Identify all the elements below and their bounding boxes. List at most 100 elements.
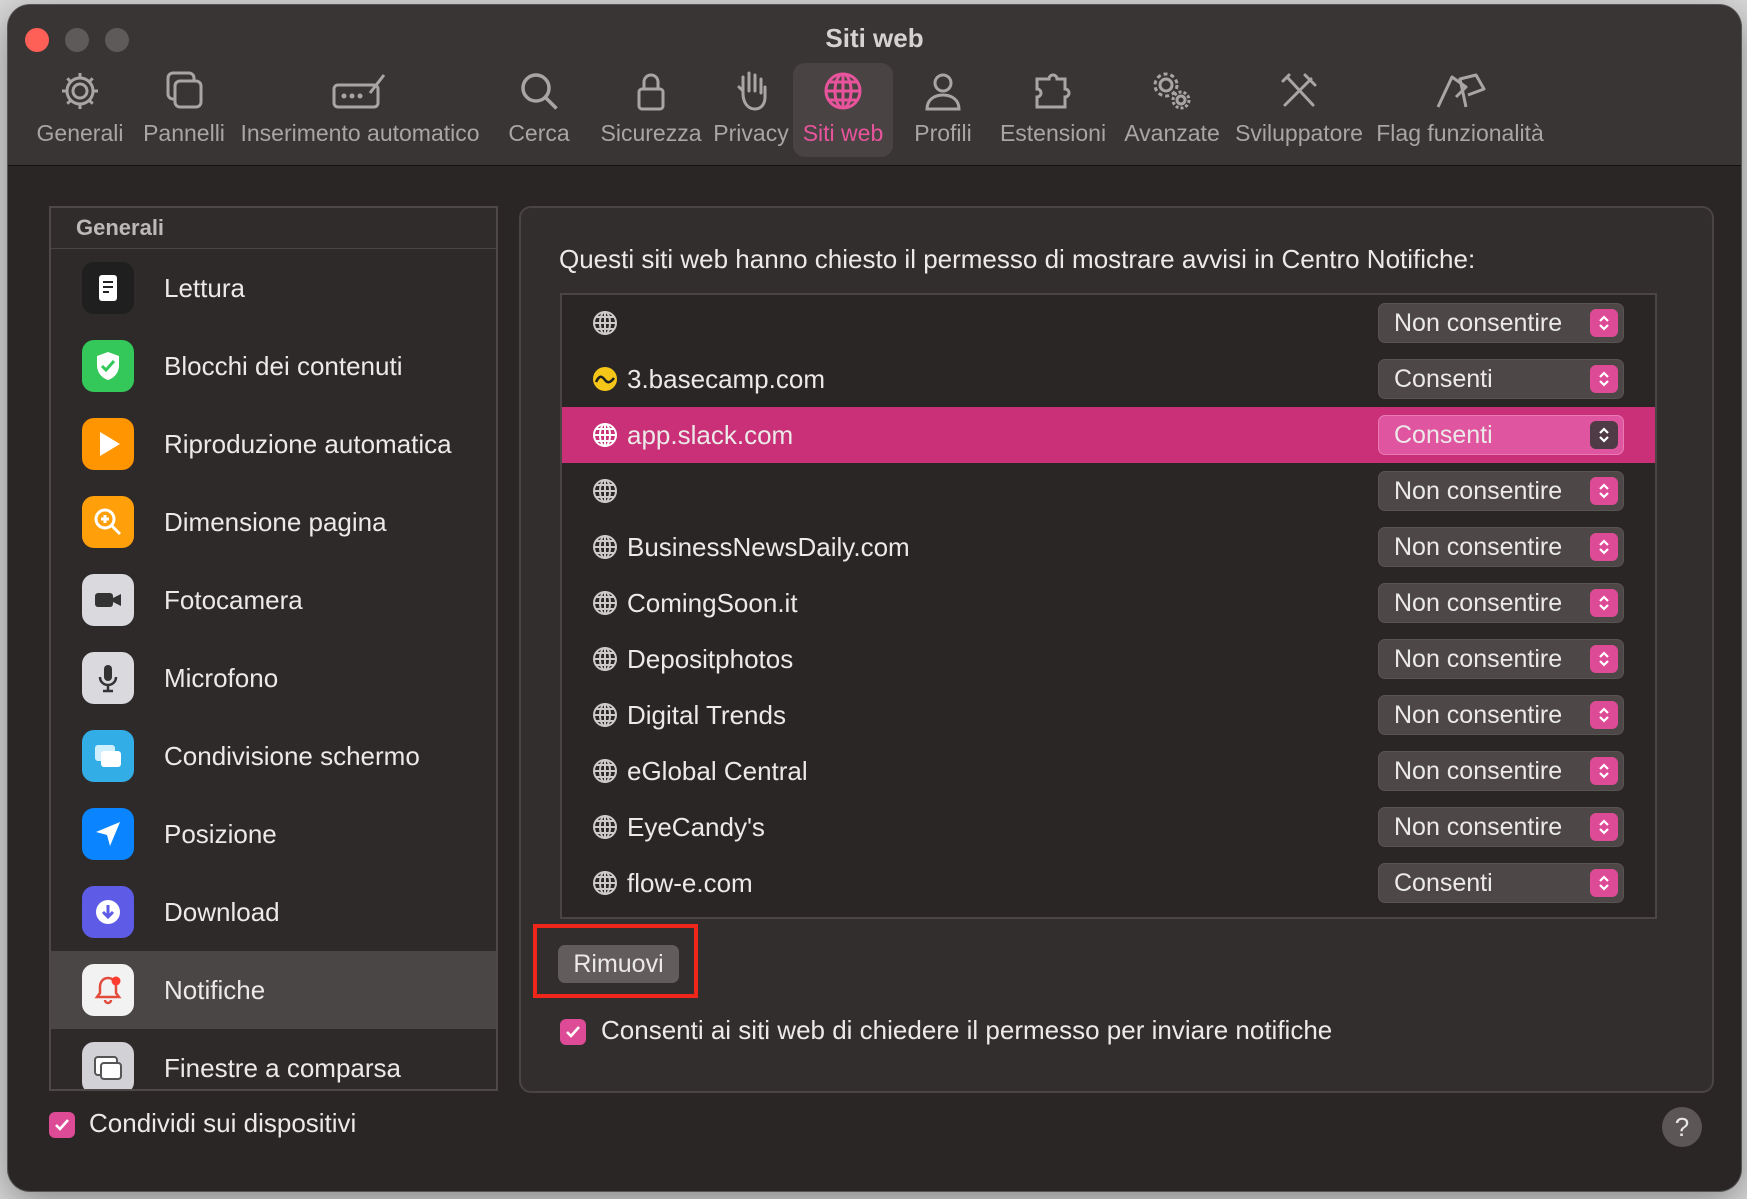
reader-icon: [82, 262, 134, 314]
microphone-icon: [82, 652, 134, 704]
tab-label: Inserimento automatico: [240, 120, 480, 146]
tab-sicurezza[interactable]: Sicurezza: [588, 63, 714, 157]
tab-inserimento-automatico[interactable]: Inserimento automatico: [240, 63, 480, 157]
permission-select[interactable]: Non consentire: [1378, 303, 1624, 343]
play-icon: [82, 418, 134, 470]
table-row[interactable]: EyeCandy's Non consentire: [562, 799, 1655, 855]
chevron-updown-icon: [1590, 365, 1618, 393]
sidebar-item-label: Dimensione pagina: [164, 506, 387, 537]
tab-sviluppatore[interactable]: Sviluppatore: [1232, 63, 1366, 157]
tab-generali[interactable]: Generali: [34, 63, 126, 157]
tab-cerca[interactable]: Cerca: [489, 63, 589, 157]
sidebar-header: Generali: [51, 208, 496, 249]
tab-flag-funzionalita[interactable]: Flag funzionalità: [1374, 63, 1546, 157]
permission-select[interactable]: Consenti: [1378, 415, 1624, 455]
table-row[interactable]: Non consentire: [562, 295, 1655, 351]
site-name: EyeCandy's: [627, 812, 765, 842]
permission-select[interactable]: Non consentire: [1378, 639, 1624, 679]
globe-icon: [593, 647, 617, 671]
sidebar-item-download[interactable]: Download: [51, 873, 496, 951]
notifications-panel: Questi siti web hanno chiesto il permess…: [519, 206, 1714, 1093]
chevron-updown-icon: [1590, 589, 1618, 617]
tab-label: Pannelli: [143, 120, 225, 146]
sidebar-item-posizione[interactable]: Posizione: [51, 795, 496, 873]
checkmark-icon: [566, 1026, 580, 1038]
gears-icon: [1153, 72, 1191, 110]
sidebar: Generali Lettura Blocchi dei contenuti R…: [49, 206, 498, 1091]
tab-profili[interactable]: Profili: [903, 63, 983, 157]
permission-value: Non consentire: [1394, 589, 1563, 617]
permission-select[interactable]: Non consentire: [1378, 583, 1624, 623]
tab-label: Siti web: [802, 120, 884, 146]
bell-icon: [82, 964, 134, 1016]
sidebar-item-microfono[interactable]: Microfono: [51, 639, 496, 717]
table-row[interactable]: BusinessNewsDaily.com Non consentire: [562, 519, 1655, 575]
sidebar-item-notifiche[interactable]: Notifiche: [51, 951, 496, 1029]
tab-privacy[interactable]: Privacy: [698, 63, 804, 157]
sidebar-item-label: Microfono: [164, 662, 279, 693]
help-button[interactable]: ?: [1662, 1107, 1702, 1147]
websites-list[interactable]: Non consentire 3.basecamp.com Consenti a…: [560, 293, 1657, 919]
sidebar-item-fotocamera[interactable]: Fotocamera: [51, 561, 496, 639]
permission-select[interactable]: Consenti: [1378, 359, 1624, 399]
chevron-updown-icon: [1590, 757, 1618, 785]
table-row[interactable]: app.slack.com Consenti: [562, 407, 1655, 463]
remove-button[interactable]: Rimuovi: [558, 945, 679, 983]
permission-select[interactable]: Non consentire: [1378, 751, 1624, 791]
sidebar-item-condivisione[interactable]: Condivisione schermo: [51, 717, 496, 795]
puzzle-icon: [1035, 73, 1071, 109]
hand-icon: [737, 71, 767, 111]
globe-icon: [593, 311, 617, 335]
chevron-updown-icon: [1590, 533, 1618, 561]
autofill-icon: [332, 74, 386, 109]
sidebar-item-label: Download: [164, 896, 280, 927]
chevron-updown-icon: [1590, 869, 1618, 897]
gear-icon: [62, 73, 98, 109]
chevron-updown-icon: [1590, 701, 1618, 729]
table-row[interactable]: flow-e.com Consenti: [562, 855, 1655, 911]
site-name: Digital Trends: [627, 700, 786, 730]
permission-select[interactable]: Non consentire: [1378, 807, 1624, 847]
chevron-updown-icon: [1590, 309, 1618, 337]
site-name: flow-e.com: [627, 868, 753, 898]
screen-share-icon: [82, 730, 134, 782]
globe-icon: [593, 703, 617, 727]
tab-estensioni[interactable]: Estensioni: [998, 63, 1108, 157]
sidebar-item-label: Notifiche: [164, 974, 266, 1005]
table-row[interactable]: 3.basecamp.com Consenti: [562, 351, 1655, 407]
tab-avanzate[interactable]: Avanzate: [1119, 63, 1225, 157]
sidebar-item-dimensione[interactable]: Dimensione pagina: [51, 483, 496, 561]
chevron-updown-icon: [1590, 477, 1618, 505]
sidebar-item-blocchi[interactable]: Blocchi dei contenuti: [51, 327, 496, 405]
globe-icon: [593, 815, 617, 839]
permission-select[interactable]: Non consentire: [1378, 527, 1624, 567]
table-row[interactable]: Digital Trends Non consentire: [562, 687, 1655, 743]
table-row[interactable]: eGlobal Central Non consentire: [562, 743, 1655, 799]
tab-label: Cerca: [508, 120, 570, 146]
table-row[interactable]: Depositphotos Non consentire: [562, 631, 1655, 687]
person-icon: [925, 73, 961, 111]
share-devices-label: Condividi sui dispositivi: [89, 1108, 357, 1138]
sidebar-item-riproduzione[interactable]: Riproduzione automatica: [51, 405, 496, 483]
window-title: Siti web: [825, 23, 924, 53]
table-row[interactable]: ComingSoon.it Non consentire: [562, 575, 1655, 631]
tab-pannelli[interactable]: Pannelli: [136, 63, 232, 157]
allow-ask-checkbox[interactable]: [560, 1019, 586, 1045]
basecamp-icon: [593, 367, 617, 391]
sidebar-item-finestre[interactable]: Finestre a comparsa: [51, 1029, 496, 1089]
permission-value: Non consentire: [1394, 757, 1563, 785]
checkmark-icon: [55, 1119, 69, 1131]
sidebar-item-label: Finestre a comparsa: [164, 1052, 401, 1083]
chevron-updown-icon: [1590, 813, 1618, 841]
permission-value: Non consentire: [1394, 701, 1563, 729]
tab-siti-web[interactable]: Siti web: [793, 63, 893, 157]
permission-select[interactable]: Non consentire: [1378, 695, 1624, 735]
share-devices-checkbox[interactable]: [49, 1112, 75, 1138]
permission-select[interactable]: Consenti: [1378, 863, 1624, 903]
tools-icon: [1281, 73, 1317, 107]
tab-label: Flag funzionalità: [1376, 120, 1544, 146]
table-row[interactable]: Non consentire: [562, 463, 1655, 519]
sidebar-item-label: Fotocamera: [164, 584, 303, 615]
sidebar-item-lettura[interactable]: Lettura: [51, 249, 496, 327]
permission-select[interactable]: Non consentire: [1378, 471, 1624, 511]
